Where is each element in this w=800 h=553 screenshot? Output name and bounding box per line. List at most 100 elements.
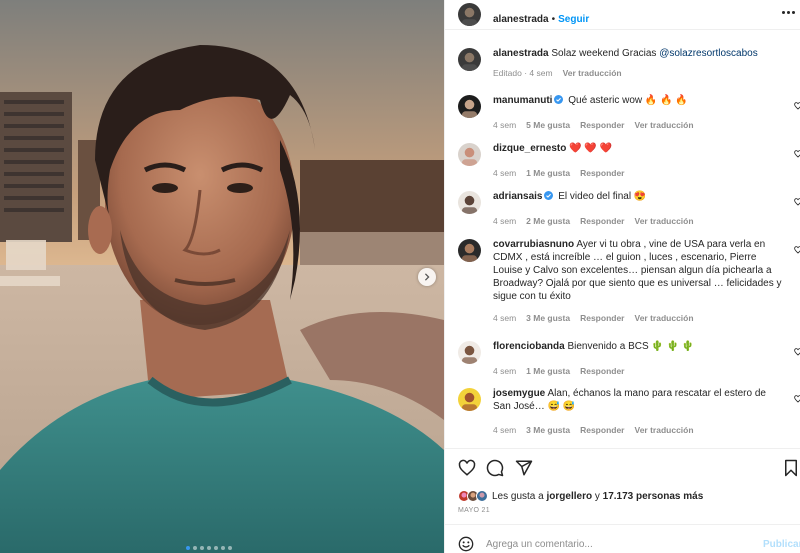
post-photo[interactable] [0, 0, 444, 553]
caption-username[interactable]: alanestrada [493, 48, 549, 59]
caption-text: alanestrada Solaz weekend Gracias @solaz… [493, 47, 783, 60]
carousel-dot [214, 546, 218, 550]
edited-label: Editado [493, 68, 522, 78]
carousel-dot [228, 546, 232, 550]
comment-like-icon[interactable] [794, 102, 800, 110]
comment-meta: 4 sem 2 Me gusta Responder Ver traducció… [493, 216, 694, 226]
comment-meta: 4 sem 5 Me gusta Responder Ver traducció… [493, 120, 694, 130]
reply-button[interactable]: Responder [580, 366, 624, 376]
avatar[interactable] [458, 95, 481, 118]
comment-text: florenciobanda Bienvenido a BCS 🌵 🌵 🌵 [493, 340, 783, 353]
reply-button[interactable]: Responder [580, 120, 624, 130]
comment-like-icon[interactable] [794, 150, 800, 158]
comment-username[interactable]: florenciobanda [493, 341, 565, 352]
comment-username[interactable]: adriansais [493, 191, 542, 202]
reply-button[interactable]: Responder [580, 425, 624, 435]
carousel-dot [193, 546, 197, 550]
verified-badge-icon [554, 95, 564, 104]
speech-bubble-icon[interactable] [486, 459, 504, 477]
comment-body: El video del final 😍 [558, 191, 647, 202]
next-photo-button[interactable] [418, 268, 436, 286]
publish-button[interactable]: Publicar [763, 539, 800, 550]
comment-input[interactable]: Agrega un comentario... [486, 539, 593, 550]
likes-middle: y [594, 490, 600, 502]
comment-username[interactable]: covarrubiasnuno [493, 239, 574, 250]
post-header: alanestrada • Seguir [445, 0, 800, 30]
comment-time[interactable]: 4 sem [493, 168, 516, 178]
selfie-image [0, 0, 444, 553]
comment-meta: 4 sem 1 Me gusta Responder [493, 366, 625, 376]
paper-plane-icon[interactable] [515, 459, 533, 477]
comment-username[interactable]: dizque_ernesto [493, 143, 566, 154]
comment-text: dizque_ernesto ❤️ ❤️ ❤️ [493, 142, 783, 155]
comment-like-icon[interactable] [794, 198, 800, 206]
chevron-right-icon [424, 273, 430, 281]
comment-body: ❤️ ❤️ ❤️ [569, 143, 613, 154]
avatar[interactable] [458, 388, 481, 411]
avatar[interactable] [458, 341, 481, 364]
translate-link[interactable]: Ver traducción [635, 313, 694, 323]
comment-like-icon[interactable] [794, 395, 800, 403]
likes-user[interactable]: jorgellero [547, 491, 593, 502]
comment-like-icon[interactable] [794, 348, 800, 356]
reply-button[interactable]: Responder [580, 216, 624, 226]
comment-time[interactable]: 4 sem [493, 425, 516, 435]
avatar [476, 490, 488, 502]
carousel-dot [200, 546, 204, 550]
comment-username[interactable]: manumanuti [493, 95, 552, 106]
follow-button[interactable]: Seguir [558, 14, 589, 25]
avatar[interactable] [458, 3, 481, 26]
avatar[interactable] [458, 143, 481, 166]
comment-likes[interactable]: 1 Me gusta [526, 168, 570, 178]
comment-time[interactable]: 4 sem [493, 366, 516, 376]
bookmark-icon[interactable] [783, 459, 799, 477]
comment-likes[interactable]: 3 Me gusta [526, 425, 570, 435]
translate-link[interactable]: Ver traducción [635, 425, 694, 435]
action-bar: Les gusta a jorgellero y 17.173 personas… [445, 448, 800, 553]
comment-meta: 4 sem 1 Me gusta Responder [493, 168, 625, 178]
comment-likes[interactable]: 1 Me gusta [526, 366, 570, 376]
caption-meta: Editado · 4 sem Ver traducción [493, 68, 622, 78]
comment-time[interactable]: 4 sem [493, 120, 516, 130]
comment-body: Bienvenido a BCS 🌵 🌵 🌵 [567, 341, 695, 352]
caption-time[interactable]: 4 sem [529, 68, 552, 78]
avatar[interactable] [458, 239, 481, 262]
verified-badge-icon [544, 191, 554, 200]
comment-text: adriansais El video del final 😍 [493, 190, 783, 203]
likes-summary: Les gusta a jorgellero y 17.173 personas… [458, 490, 703, 502]
caption-mention[interactable]: @solazresortloscabos [659, 48, 758, 59]
reply-button[interactable]: Responder [580, 313, 624, 323]
avatar[interactable] [458, 191, 481, 214]
comment-username[interactable]: josemygue [493, 388, 545, 399]
header-separator: • [551, 14, 556, 25]
comment-time[interactable]: 4 sem [493, 216, 516, 226]
more-options-icon[interactable] [782, 11, 795, 14]
avatar[interactable] [458, 48, 481, 71]
translate-link[interactable]: Ver traducción [563, 68, 622, 78]
comment-meta: 4 sem 3 Me gusta Responder Ver traducció… [493, 313, 694, 323]
carousel-dot [207, 546, 211, 550]
comment-likes[interactable]: 2 Me gusta [526, 216, 570, 226]
add-comment-bar: Agrega un comentario... Publicar [445, 524, 800, 553]
likes-count[interactable]: 17.173 personas más [603, 491, 704, 502]
heart-icon[interactable] [458, 459, 476, 477]
comment-meta: 4 sem 3 Me gusta Responder Ver traducció… [493, 425, 694, 435]
comment-text: covarrubiasnuno Ayer vi tu obra , vine d… [493, 238, 783, 303]
translate-link[interactable]: Ver traducción [635, 120, 694, 130]
carousel-dot [221, 546, 225, 550]
post-date: MAYO 21 [458, 507, 490, 514]
reply-button[interactable]: Responder [580, 168, 624, 178]
smiley-icon[interactable] [458, 536, 474, 552]
carousel-indicator [186, 546, 232, 550]
comment-text: josemygue Alan, échanos la mano para res… [493, 387, 783, 413]
comment-body: Qué asteric wow 🔥 🔥 🔥 [568, 95, 688, 106]
comment-like-icon[interactable] [794, 246, 800, 254]
post-panel: alanestrada • Seguir alanestrada Solaz wee… [444, 0, 800, 553]
comment-text: manumanuti Qué asteric wow 🔥 🔥 🔥 [493, 94, 783, 107]
comment-likes[interactable]: 5 Me gusta [526, 120, 570, 130]
comment-time[interactable]: 4 sem [493, 313, 516, 323]
translate-link[interactable]: Ver traducción [635, 216, 694, 226]
header-username[interactable]: alanestrada [493, 14, 549, 25]
comment-likes[interactable]: 3 Me gusta [526, 313, 570, 323]
carousel-dot [186, 546, 190, 550]
